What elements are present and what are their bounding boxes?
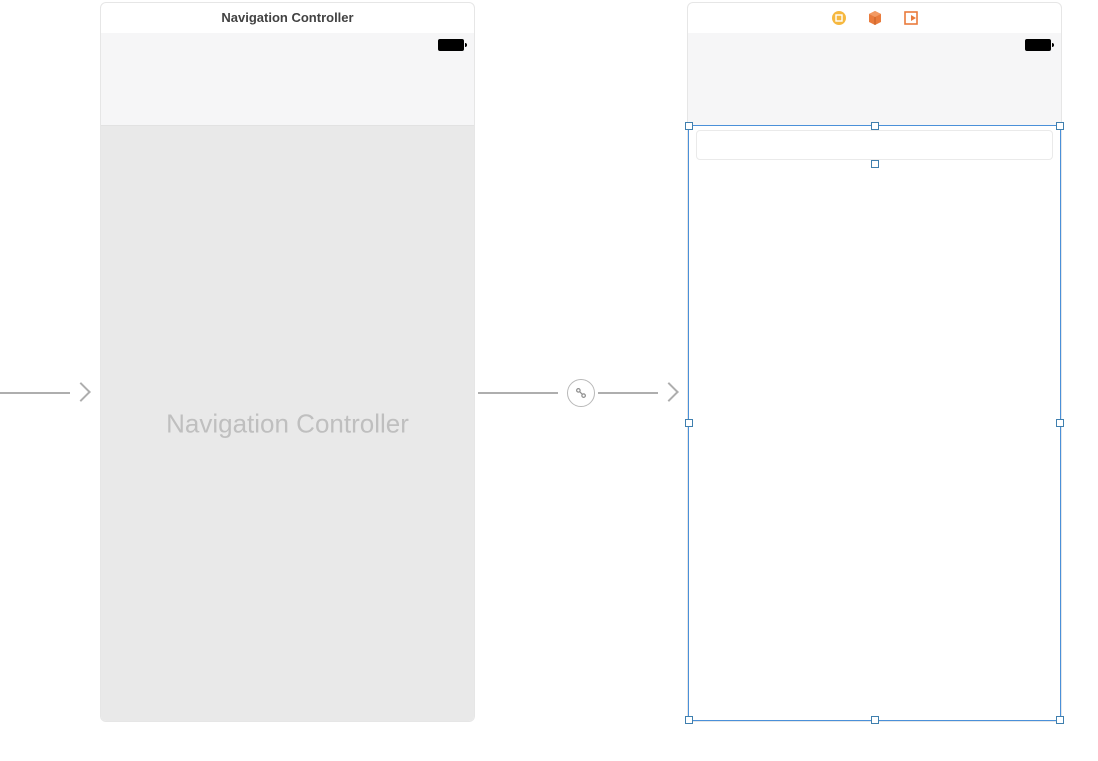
text-field[interactable] bbox=[696, 130, 1053, 160]
root-segue-badge[interactable] bbox=[567, 379, 595, 407]
storyboard-entry-arrow[interactable] bbox=[0, 392, 70, 394]
battery-icon bbox=[438, 39, 464, 51]
navigation-controller-placeholder: Navigation Controller bbox=[101, 408, 474, 439]
navigation-bar[interactable] bbox=[101, 63, 474, 126]
status-bar bbox=[101, 33, 474, 63]
root-segue-arrow[interactable] bbox=[478, 392, 558, 394]
view-controller-scene[interactable] bbox=[687, 2, 1062, 722]
exit-icon[interactable] bbox=[903, 10, 919, 26]
navigation-controller-scene[interactable]: Navigation Controller Navigation Control… bbox=[100, 2, 475, 722]
textfield-bottom-handle[interactable] bbox=[871, 160, 879, 168]
battery-icon bbox=[1025, 39, 1051, 51]
first-responder-icon[interactable] bbox=[867, 10, 883, 26]
navigation-bar[interactable] bbox=[688, 63, 1061, 126]
root-segue-arrow-head bbox=[659, 382, 679, 402]
navigation-controller-body: Navigation Controller bbox=[101, 126, 474, 721]
scene-title: Navigation Controller bbox=[101, 3, 474, 33]
storyboard-entry-arrow-head bbox=[71, 382, 91, 402]
segue-relationship-icon bbox=[574, 386, 588, 400]
view-controller-icon[interactable] bbox=[831, 10, 847, 26]
root-view[interactable] bbox=[688, 126, 1061, 721]
status-bar bbox=[688, 33, 1061, 63]
scene-dock bbox=[688, 3, 1061, 33]
root-segue-arrow-2[interactable] bbox=[598, 392, 658, 394]
